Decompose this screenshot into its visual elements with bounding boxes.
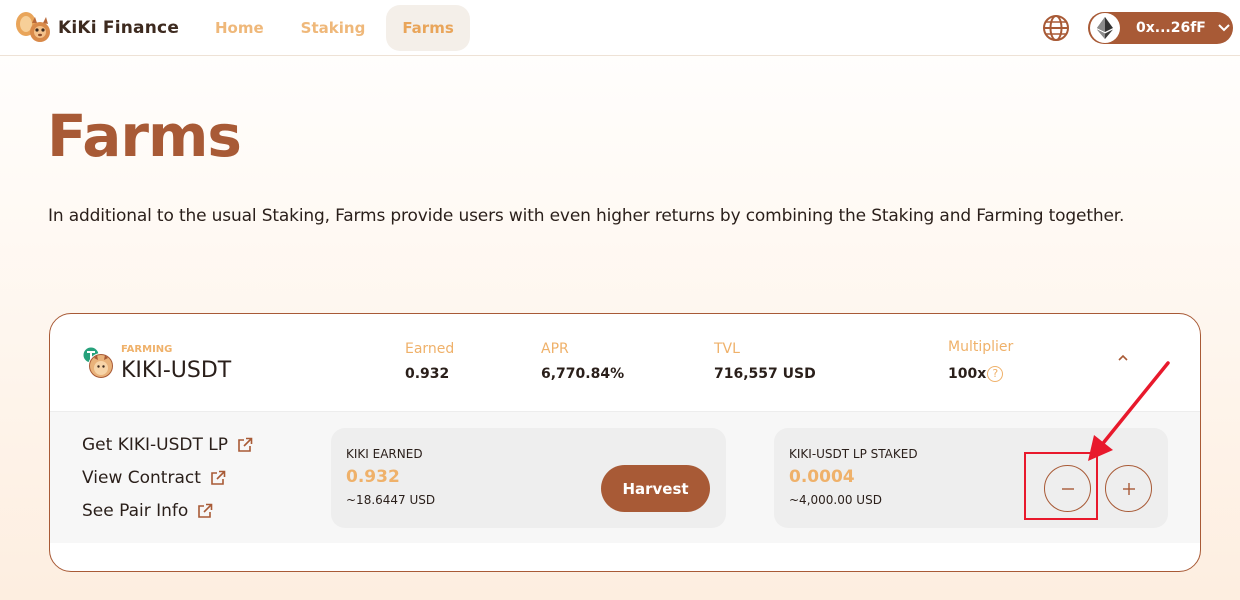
nav-home[interactable]: Home bbox=[199, 5, 280, 51]
lp-staked-usd: ~4,000.00 USD bbox=[789, 493, 882, 507]
stake-plus-button[interactable] bbox=[1105, 465, 1152, 512]
external-link-icon bbox=[238, 437, 253, 452]
nav-staking[interactable]: Staking bbox=[285, 5, 382, 51]
farming-status-label: FARMING bbox=[121, 344, 173, 355]
main-nav: Home Staking Farms bbox=[199, 5, 475, 51]
stat-multiplier-label: Multiplier bbox=[948, 339, 1014, 355]
nav-farms[interactable]: Farms bbox=[386, 5, 470, 51]
squirrel-logo-icon bbox=[16, 12, 50, 42]
annotation-arrow-icon bbox=[1088, 361, 1170, 461]
top-navbar: KiKi Finance Home Staking Farms 0x...26f… bbox=[0, 0, 1240, 56]
lp-staked-label: KIKI-USDT LP STAKED bbox=[789, 447, 918, 461]
wallet-address: 0x...26fF bbox=[1136, 20, 1206, 36]
globe-icon[interactable] bbox=[1041, 13, 1071, 43]
view-contract-link-label: View Contract bbox=[82, 468, 201, 488]
stat-multiplier-value: 100x bbox=[948, 366, 987, 382]
get-lp-link-label: Get KIKI-USDT LP bbox=[82, 435, 228, 455]
stat-apr-value: 6,770.84% bbox=[541, 366, 625, 382]
wallet-button[interactable]: 0x...26fF bbox=[1088, 12, 1233, 44]
kiki-earned-value: 0.932 bbox=[346, 467, 400, 487]
kiki-earned-usd: ~18.6447 USD bbox=[346, 493, 436, 507]
stat-tvl-label: TVL bbox=[714, 341, 740, 357]
kiki-earned-label: KIKI EARNED bbox=[346, 447, 423, 461]
stat-tvl-value: 716,557 USD bbox=[714, 366, 816, 382]
chevron-down-icon bbox=[1218, 24, 1230, 32]
farm-card: FARMING KIKI-USDT Earned 0.932 APR 6,770… bbox=[49, 313, 1201, 572]
get-lp-link[interactable]: Get KIKI-USDT LP bbox=[82, 435, 253, 455]
page-title: Farms bbox=[47, 102, 242, 170]
stat-earned-value: 0.932 bbox=[405, 366, 450, 382]
see-pair-info-link-label: See Pair Info bbox=[82, 501, 189, 521]
plus-icon bbox=[1122, 482, 1135, 495]
external-link-icon bbox=[198, 503, 213, 518]
farm-card-header[interactable]: FARMING KIKI-USDT Earned 0.932 APR 6,770… bbox=[50, 314, 1200, 411]
brand-name: KiKi Finance bbox=[58, 18, 180, 38]
kiki-usdt-pair-icon bbox=[83, 347, 114, 379]
help-icon[interactable]: ? bbox=[987, 366, 1004, 382]
stat-multiplier: 100x? bbox=[948, 366, 1004, 382]
ethereum-icon bbox=[1090, 13, 1120, 43]
stat-earned-label: Earned bbox=[405, 341, 455, 357]
farm-pair-name: KIKI-USDT bbox=[121, 358, 232, 383]
see-pair-info-link[interactable]: See Pair Info bbox=[82, 501, 213, 521]
lp-staked-value: 0.0004 bbox=[789, 467, 855, 487]
harvest-button[interactable]: Harvest bbox=[601, 465, 710, 512]
brand-logo[interactable]: KiKi Finance bbox=[14, 10, 179, 46]
kiki-earned-panel: KIKI EARNED 0.932 ~18.6447 USD Harvest bbox=[331, 428, 726, 528]
view-contract-link[interactable]: View Contract bbox=[82, 468, 226, 488]
page-description: In additional to the usual Staking, Farm… bbox=[48, 206, 1125, 226]
stat-apr-label: APR bbox=[541, 341, 569, 357]
external-link-icon bbox=[211, 470, 226, 485]
